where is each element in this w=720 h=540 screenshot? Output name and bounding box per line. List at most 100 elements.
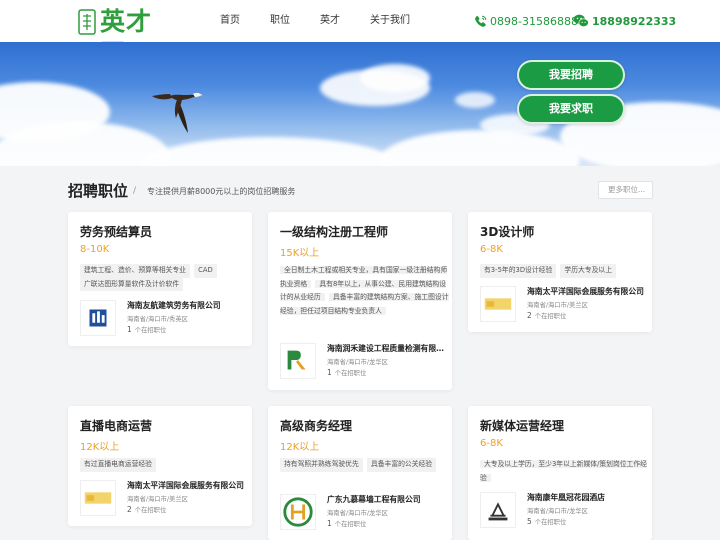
job-card[interactable]: 劳务预结算员 8-10K 建筑工程、造价、预算等相关专业 CAD 广联达图形算量… [68, 212, 252, 346]
job-card[interactable]: 直播电商运营 12K以上 有过直播电商运营经验 海南太平洋国际会展服务有限公司 … [68, 406, 252, 526]
job-count-number: 2 [127, 505, 132, 514]
section-subtitle: 专注提供月薪8000元以上的岗位招聘服务 [147, 187, 296, 196]
job-title: 一级结构注册工程师 [280, 225, 389, 239]
nav-about[interactable]: 关于我们 [370, 0, 410, 42]
more-jobs-button[interactable]: 更多职位... [598, 181, 653, 199]
job-salary: 15K以上 [280, 248, 320, 259]
job-count-label: 个在招职位 [534, 519, 567, 526]
job-card[interactable]: 一级结构注册工程师 15K以上 全日制土木工程或相关专业，具有国家一级注册结构师… [268, 212, 452, 390]
job-count-number: 5 [527, 517, 532, 526]
job-tags: 持有驾照并熟练驾驶优先 具备丰富的公关经验 [280, 458, 450, 472]
job-tag: 持有驾照并熟练驾驶优先 [280, 458, 363, 472]
company-info[interactable]: 广东九慕幕墙工程有限公司 海南省/海口市/龙华区 1 个在招职位 [280, 494, 444, 534]
company-logo [80, 480, 116, 516]
company-job-count: 5 个在招职位 [527, 517, 566, 526]
job-salary: 6-8K [480, 438, 503, 449]
wechat-contact: 18898922333 [573, 0, 676, 42]
job-tags: 全日制土木工程或相关专业，具有国家一级注册结构师执业资格 具有8年以上，从事公建… [280, 264, 450, 318]
company-job-count: 1 个在招职位 [327, 519, 366, 528]
company-logo [480, 492, 516, 528]
job-tag: 有过直播电商运营经验 [80, 458, 156, 472]
cloud [360, 64, 430, 92]
phone-number: 0898-31586888 [490, 14, 578, 28]
company-name: 海南友航建筑劳务有限公司 [127, 301, 221, 310]
section-separator: / [133, 186, 137, 196]
hero-banner: 我要招聘 我要求职 [0, 42, 720, 166]
nav-talents[interactable]: 英才 [320, 0, 340, 42]
job-tag: CAD [194, 264, 217, 278]
job-card[interactable]: 3D设计师 6-8K 有3-5年的3D设计经验 学历大专及以上 海南太平洋国际会… [468, 212, 652, 332]
job-title: 新媒体运营经理 [480, 419, 565, 433]
eagle-image [152, 92, 204, 133]
company-info[interactable]: 海南太平洋国际会展服务有限公司 海南省/海口市/美兰区 2 个在招职位 [480, 286, 644, 326]
company-job-count: 1 个在招职位 [127, 325, 166, 334]
company-name: 海南太平洋国际会展服务有限公司 [527, 287, 644, 296]
wechat-icon [573, 14, 589, 28]
job-tag: 学历大专及以上 [560, 264, 616, 278]
cloud [140, 137, 400, 166]
job-tag: 建筑工程、造价、预算等相关专业 [80, 264, 190, 278]
job-salary: 6-8K [480, 244, 503, 255]
company-logo [280, 494, 316, 530]
job-salary: 12K以上 [280, 442, 320, 453]
site-logo[interactable]: 英才网 [78, 6, 170, 68]
job-tags: 有3-5年的3D设计经验 学历大专及以上 [480, 264, 650, 278]
company-logo [280, 343, 316, 379]
company-info[interactable]: 海南康年凰冠花园酒店 海南省/海口市/龙华区 5 个在招职位 [480, 492, 644, 532]
job-tag: 具备丰富的公关经验 [366, 458, 437, 472]
top-header: 英才网 首页 职位 英才 关于我们 0898-31586888 18898922… [0, 0, 720, 68]
company-logo [480, 286, 516, 322]
company-name: 广东九慕幕墙工程有限公司 [327, 495, 421, 504]
company-job-count: 2 个在招职位 [127, 505, 166, 514]
hire-button[interactable]: 我要招聘 [517, 60, 625, 90]
job-count-label: 个在招职位 [334, 370, 367, 377]
job-tag: 有3-5年的3D设计经验 [480, 264, 557, 278]
job-count-number: 1 [327, 519, 332, 528]
nav-home[interactable]: 首页 [220, 0, 240, 42]
company-name: 海南太平洋国际会展服务有限公司 [127, 481, 244, 490]
company-name: 海南润禾建设工程质量检测有限公司 [327, 344, 445, 353]
logo-seal-icon [78, 9, 96, 35]
job-title: 高级商务经理 [280, 419, 353, 433]
job-card[interactable]: 高级商务经理 12K以上 持有驾照并熟练驾驶优先 具备丰富的公关经验 广东九慕幕… [268, 406, 452, 540]
job-count-number: 1 [127, 325, 132, 334]
company-info[interactable]: 海南友航建筑劳务有限公司 海南省/海口市/秀英区 1 个在招职位 [80, 300, 244, 340]
job-tag: 广联达图形算量软件及计价软件 [80, 277, 184, 291]
phone-icon [475, 15, 487, 27]
main-nav: 首页 职位 英才 关于我们 [220, 0, 410, 42]
job-tag: 大专及以上学历，至少3年以上新媒体/策划岗位工作经验 [480, 460, 647, 482]
company-logo [80, 300, 116, 336]
job-count-label: 个在招职位 [134, 507, 167, 514]
company-info[interactable]: 海南润禾建设工程质量检测有限公司 海南省/海口市/龙华区 1 个在招职位 [280, 343, 445, 383]
company-location: 海南省/海口市/美兰区 [527, 302, 588, 309]
job-tags: 有过直播电商运营经验 [80, 458, 250, 472]
job-count-label: 个在招职位 [334, 521, 367, 528]
job-seek-button[interactable]: 我要求职 [517, 94, 625, 124]
company-job-count: 2 个在招职位 [527, 311, 566, 320]
job-tags: 大专及以上学历，至少3年以上新媒体/策划岗位工作经验 [480, 458, 650, 485]
company-location: 海南省/海口市/龙华区 [327, 359, 388, 366]
phone-contact: 0898-31586888 [474, 0, 578, 42]
company-location: 海南省/海口市/龙华区 [527, 508, 588, 515]
company-info[interactable]: 海南太平洋国际会展服务有限公司 海南省/海口市/美兰区 2 个在招职位 [80, 480, 244, 520]
cloud [455, 92, 495, 108]
job-count-label: 个在招职位 [534, 313, 567, 320]
job-title: 3D设计师 [480, 225, 535, 239]
company-location: 海南省/海口市/美兰区 [127, 496, 188, 503]
job-count-number: 2 [527, 311, 532, 320]
job-tags: 建筑工程、造价、预算等相关专业 CAD 广联达图形算量软件及计价软件 [80, 264, 250, 291]
job-title: 劳务预结算员 [80, 225, 153, 239]
section-title: 招聘职位 [68, 182, 129, 200]
company-job-count: 1 个在招职位 [327, 368, 366, 377]
job-salary: 12K以上 [80, 442, 120, 453]
company-location: 海南省/海口市/秀英区 [127, 316, 188, 323]
wechat-number: 18898922333 [592, 14, 677, 28]
job-count-label: 个在招职位 [134, 327, 167, 334]
cloud [380, 130, 580, 166]
job-title: 直播电商运营 [80, 419, 153, 433]
job-count-number: 1 [327, 368, 332, 377]
company-name: 海南康年凰冠花园酒店 [527, 493, 605, 502]
nav-jobs[interactable]: 职位 [270, 0, 290, 42]
job-card[interactable]: 新媒体运营经理 6-8K 大专及以上学历，至少3年以上新媒体/策划岗位工作经验 … [468, 406, 652, 540]
job-salary: 8-10K [80, 244, 110, 255]
